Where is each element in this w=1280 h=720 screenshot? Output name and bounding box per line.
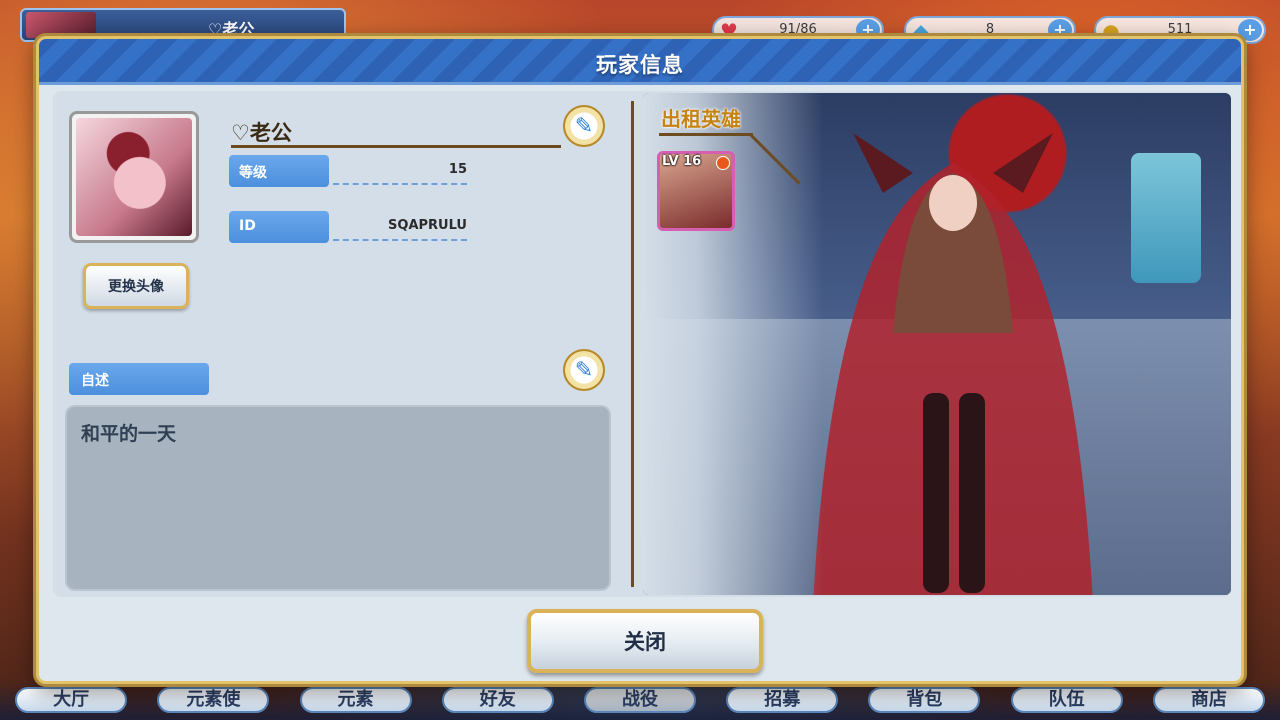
hero-level: LV 16 — [662, 154, 702, 169]
quill-icon: ✎ — [574, 113, 594, 139]
change-avatar-button[interactable]: 更换头像 — [83, 263, 189, 309]
hero-scene-waterfall — [1131, 153, 1201, 283]
name-underline — [231, 145, 561, 148]
nav-campaign[interactable]: 战役 — [583, 687, 696, 713]
id-label: ID — [229, 211, 329, 243]
level-row: 等级 15 — [229, 155, 469, 187]
nav-elementalist[interactable]: 元素使 — [157, 687, 270, 713]
level-value: 15 — [448, 162, 467, 177]
hero-illustration — [813, 133, 1093, 595]
dialog-title: 玩家信息 — [596, 53, 684, 77]
coin-value: 511 — [1167, 22, 1193, 37]
nav-shop[interactable]: 商店 — [1152, 687, 1265, 713]
nav-recruit[interactable]: 招募 — [726, 687, 839, 713]
rental-hero-panel: 出租英雄 LV 16 — [643, 93, 1231, 595]
dialog-header: 玩家信息 — [39, 39, 1241, 85]
fire-element-icon — [716, 156, 730, 170]
rental-hero-card[interactable]: LV 16 — [657, 151, 735, 231]
avatar — [76, 118, 192, 236]
level-label: 等级 — [229, 155, 329, 187]
add-coin-button[interactable]: + — [1238, 19, 1262, 41]
quill-icon: ✎ — [574, 357, 594, 383]
player-info-dialog: 玩家信息 更换头像 ♡老公 ✎ 等级 15 ID SQAPRULU 自述 ✎ 和… — [36, 36, 1244, 684]
bottom-nav: 大厅 元素使 元素 好友 战役 招募 背包 队伍 商店 — [0, 680, 1280, 720]
edit-name-button[interactable]: ✎ — [563, 105, 605, 147]
panel-divider — [631, 101, 634, 587]
nav-team[interactable]: 队伍 — [1010, 687, 1123, 713]
rental-title-underline — [659, 133, 753, 136]
gem-value: 8 — [985, 22, 995, 37]
nav-lobby[interactable]: 大厅 — [15, 687, 128, 713]
level-dots — [333, 183, 467, 185]
close-button[interactable]: 关闭 — [527, 609, 763, 673]
edit-bio-button[interactable]: ✎ — [563, 349, 605, 391]
bio-label: 自述 — [69, 363, 209, 395]
id-row: ID SQAPRULU — [229, 211, 469, 243]
player-name: ♡老公 — [231, 121, 292, 145]
nav-friends[interactable]: 好友 — [441, 687, 554, 713]
bio-text[interactable]: 和平的一天 — [65, 405, 611, 591]
id-dots — [333, 239, 467, 241]
rental-hero-title: 出租英雄 — [661, 107, 741, 131]
nav-element[interactable]: 元素 — [299, 687, 412, 713]
stamina-value: 91/86 — [779, 22, 817, 37]
avatar-frame — [69, 111, 199, 243]
top-avatar — [26, 12, 96, 38]
id-value: SQAPRULU — [388, 218, 467, 233]
dialog-body: 更换头像 ♡老公 ✎ 等级 15 ID SQAPRULU 自述 ✎ 和平的一天 — [53, 91, 1231, 597]
nav-backpack[interactable]: 背包 — [868, 687, 981, 713]
